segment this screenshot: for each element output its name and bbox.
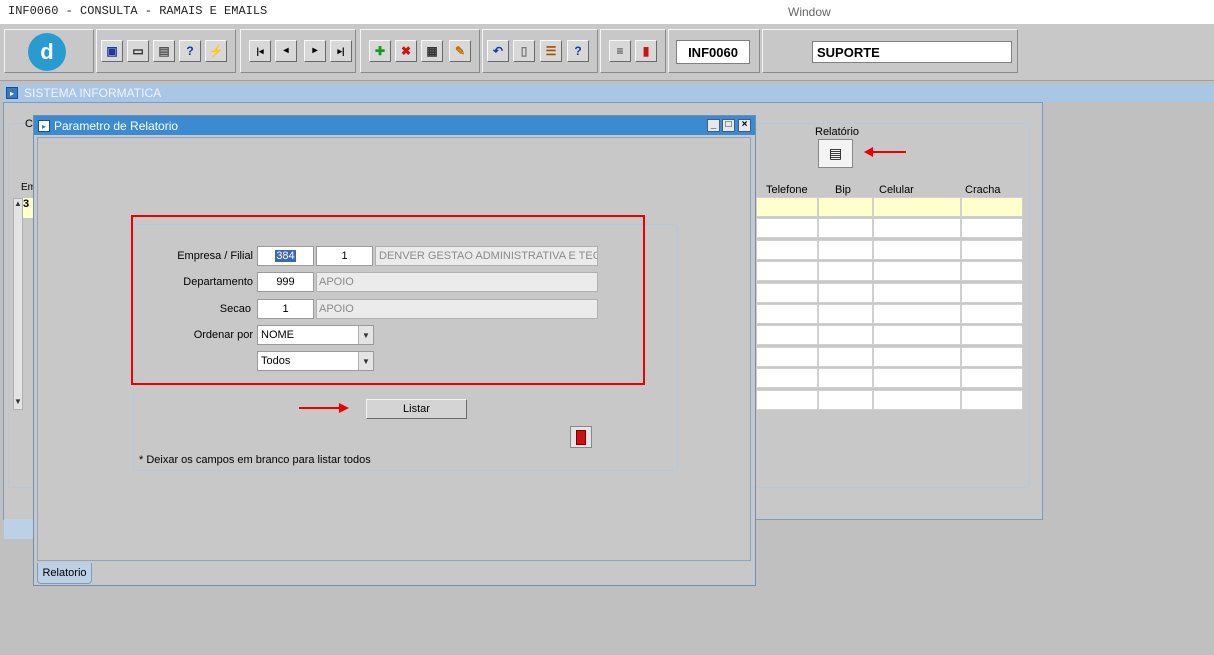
grid-cell[interactable]	[961, 283, 1023, 303]
base-window-title: SISTEMA INFORMATICA	[24, 86, 162, 100]
grid-cell[interactable]	[818, 347, 873, 367]
annotation-arrowhead-report	[864, 147, 873, 157]
grid-cell[interactable]	[873, 325, 961, 345]
grid-cell[interactable]	[873, 283, 961, 303]
grid-cell[interactable]	[756, 325, 818, 345]
annotation-arrowhead-listar	[339, 403, 349, 413]
minimize-icon[interactable]: _	[707, 119, 720, 132]
maximize-icon[interactable]: □	[722, 119, 735, 132]
grid-scrollbar[interactable]	[13, 198, 23, 410]
grid-cell[interactable]	[756, 347, 818, 367]
close-icon[interactable]: ×	[738, 119, 751, 132]
grid-cell[interactable]	[818, 368, 873, 388]
duplicate-record-icon[interactable]: ▦	[421, 40, 443, 62]
relatorio-label: Relatório	[815, 126, 860, 138]
grid-cell[interactable]	[818, 304, 873, 324]
user-field: SUPORTE	[812, 41, 1012, 63]
window-menu[interactable]: Window	[788, 5, 831, 19]
listar-button[interactable]: Listar	[366, 399, 467, 419]
grid-cell[interactable]	[961, 261, 1023, 281]
scroll-down-icon[interactable]: ▼	[14, 397, 22, 406]
grid-cell[interactable]	[818, 390, 873, 410]
column-header-bip: Bip	[835, 184, 851, 196]
delete-record-icon[interactable]: ✖	[395, 40, 417, 62]
menu-icon[interactable]: ≡	[609, 40, 631, 62]
app-logo: d	[28, 33, 66, 71]
annotation-arrow-report	[872, 151, 906, 153]
grid-cell[interactable]	[873, 390, 961, 410]
dialog-title: Parametro de Relatorio	[54, 119, 179, 133]
report-printer-icon[interactable]: ▤	[818, 139, 853, 168]
tab-relatorio[interactable]: Relatorio	[37, 563, 92, 584]
grid-cell[interactable]	[961, 325, 1023, 345]
grid-cell[interactable]	[818, 197, 873, 217]
grid-cell[interactable]	[961, 240, 1023, 260]
printer-icon[interactable]: ▤	[153, 40, 175, 62]
grid-cell[interactable]	[818, 325, 873, 345]
scroll-up-icon[interactable]: ▲	[14, 199, 22, 208]
query-icon[interactable]: ?	[179, 40, 201, 62]
undo-icon[interactable]: ↶	[487, 40, 509, 62]
grid-cell[interactable]	[961, 304, 1023, 324]
column-header-celular: Celular	[879, 184, 914, 196]
grid-cell[interactable]	[756, 240, 818, 260]
save-icon[interactable]: ▣	[101, 40, 123, 62]
grid-cell[interactable]	[818, 283, 873, 303]
grid-cell[interactable]	[873, 197, 961, 217]
grid-cell[interactable]	[818, 218, 873, 238]
help-icon[interactable]: ?	[567, 40, 589, 62]
annotation-red-box	[131, 215, 645, 385]
clipboard-icon[interactable]: ▯	[513, 40, 535, 62]
insert-record-icon[interactable]: ✚	[369, 40, 391, 62]
grid-cell[interactable]	[756, 261, 818, 281]
grid-cell[interactable]	[873, 304, 961, 324]
grid-cell[interactable]	[756, 283, 818, 303]
window-icon: ▸	[6, 87, 18, 99]
grid-cell[interactable]	[961, 390, 1023, 410]
base-window-titlebar	[3, 84, 1214, 102]
annotation-arrow-listar	[299, 407, 339, 409]
grid-cell[interactable]	[818, 240, 873, 260]
dialog-window-icon: ▸	[38, 120, 50, 132]
grid-cell[interactable]	[818, 261, 873, 281]
base-frame-label: C	[25, 118, 33, 130]
column-header-cracha: Cracha	[965, 184, 1001, 196]
form-code-field: INF0060	[676, 40, 750, 64]
grid-cell[interactable]	[873, 240, 961, 260]
grid-cell[interactable]	[961, 347, 1023, 367]
print-preview-icon[interactable]: ▭	[127, 40, 149, 62]
grid-cell[interactable]	[756, 304, 818, 324]
hint-text: * Deixar os campos em branco para listar…	[139, 454, 371, 466]
base-tab	[4, 519, 34, 539]
next-record-icon[interactable]: ▸	[304, 40, 326, 62]
grid-cell[interactable]	[756, 368, 818, 388]
grid-cell[interactable]	[873, 347, 961, 367]
column-header-telefone: Telefone	[766, 184, 808, 196]
exit-icon[interactable]: ▮	[635, 40, 657, 62]
edit-record-icon[interactable]: ✎	[449, 40, 471, 62]
first-record-icon[interactable]: |◂	[249, 40, 271, 62]
app-title: INF0060 - CONSULTA - RAMAIS E EMAILS	[8, 4, 268, 18]
grid-cell[interactable]	[961, 197, 1023, 217]
options-icon[interactable]: ☰	[540, 40, 562, 62]
previous-record-icon[interactable]: ◂	[275, 40, 297, 62]
execute-query-icon[interactable]: ⚡	[205, 40, 227, 62]
exit-door-icon	[576, 429, 586, 445]
grid-cell[interactable]	[756, 197, 818, 217]
grid-cell[interactable]	[961, 368, 1023, 388]
exit-dialog-button[interactable]	[570, 426, 592, 448]
grid-cell[interactable]	[756, 218, 818, 238]
grid-cell[interactable]	[961, 218, 1023, 238]
grid-cell[interactable]	[873, 368, 961, 388]
grid-cell[interactable]	[756, 390, 818, 410]
grid-cell[interactable]	[873, 261, 961, 281]
last-record-icon[interactable]: ▸|	[330, 40, 352, 62]
grid-cell[interactable]	[873, 218, 961, 238]
